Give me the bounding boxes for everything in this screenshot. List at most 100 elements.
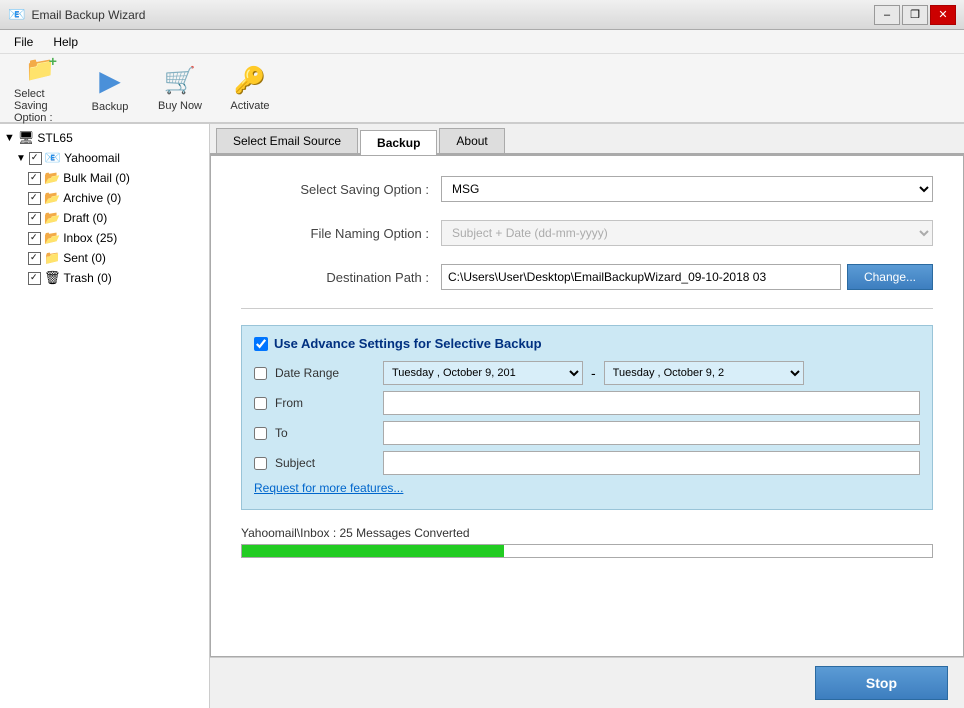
menubar: File Help bbox=[0, 30, 964, 54]
sent-checkbox[interactable]: ✓ bbox=[28, 252, 41, 265]
tab-bar: Select Email Source Backup About bbox=[210, 124, 964, 155]
main-layout: ▼ 🖥 STL65 ▼ ✓ 📧 Yahoomail ✓ 📂 Bulk Mail … bbox=[0, 124, 964, 708]
advance-settings-checkbox[interactable] bbox=[254, 337, 268, 351]
minimize-button[interactable]: – bbox=[874, 5, 900, 25]
bottom-bar: Stop bbox=[210, 657, 964, 708]
sidebar: ▼ 🖥 STL65 ▼ ✓ 📧 Yahoomail ✓ 📂 Bulk Mail … bbox=[0, 124, 210, 708]
draft-icon: 📂 bbox=[44, 210, 60, 226]
titlebar-title: Email Backup Wizard bbox=[31, 8, 145, 22]
saving-option-row: Select Saving Option : MSG PST EML PDF bbox=[241, 176, 933, 202]
draft-label: Draft (0) bbox=[63, 211, 107, 225]
tab-select-email-source[interactable]: Select Email Source bbox=[216, 128, 358, 153]
to-label: To bbox=[275, 426, 375, 440]
tree-root-label: STL65 bbox=[37, 131, 72, 145]
tree-yahoomail[interactable]: ▼ ✓ 📧 Yahoomail bbox=[4, 148, 205, 168]
menu-help[interactable]: Help bbox=[43, 33, 88, 51]
progress-bar-background bbox=[241, 544, 933, 558]
change-button[interactable]: Change... bbox=[847, 264, 933, 290]
date-range-checkbox[interactable] bbox=[254, 367, 267, 380]
buy-now-button[interactable]: 🛒 Buy Now bbox=[150, 59, 210, 117]
saving-option-label: Select Saving Option : bbox=[241, 182, 441, 197]
tree-root[interactable]: ▼ 🖥 STL65 bbox=[4, 128, 205, 148]
trash-label: Trash (0) bbox=[64, 271, 112, 285]
backup-button[interactable]: ▶ Backup bbox=[80, 59, 140, 117]
activate-label: Activate bbox=[230, 100, 269, 112]
destination-path-input[interactable] bbox=[441, 264, 841, 290]
stop-button[interactable]: Stop bbox=[815, 666, 948, 700]
destination-path-control: Change... bbox=[441, 264, 933, 290]
restore-button[interactable]: ❐ bbox=[902, 5, 928, 25]
progress-section: Yahoomail\Inbox : 25 Messages Converted bbox=[241, 526, 933, 558]
from-label: From bbox=[275, 396, 375, 410]
app-icon: 📧 bbox=[8, 6, 25, 23]
file-naming-row: File Naming Option : Subject + Date (dd-… bbox=[241, 220, 933, 246]
trash-checkbox[interactable]: ✓ bbox=[28, 272, 41, 285]
content-area: Select Saving Option : MSG PST EML PDF F… bbox=[210, 155, 964, 657]
buy-now-icon: 🛒 bbox=[164, 65, 196, 96]
date-from-select[interactable]: Tuesday , October 9, 201 bbox=[383, 361, 583, 385]
inbox-checkbox[interactable]: ✓ bbox=[28, 232, 41, 245]
toolbar: 📁 + Select Saving Option : ▶ Backup 🛒 Bu… bbox=[0, 54, 964, 124]
divider bbox=[241, 308, 933, 309]
yahoomail-checkbox[interactable]: ✓ bbox=[29, 152, 42, 165]
subject-checkbox[interactable] bbox=[254, 457, 267, 470]
to-input[interactable] bbox=[383, 421, 920, 445]
file-naming-control: Subject + Date (dd-mm-yyyy) bbox=[441, 220, 933, 246]
email-source-label: Select Saving Option : bbox=[14, 88, 66, 124]
email-source-button[interactable]: 📁 + Select Saving Option : bbox=[10, 59, 70, 117]
tree-bulk-mail[interactable]: ✓ 📂 Bulk Mail (0) bbox=[4, 168, 205, 188]
tab-about[interactable]: About bbox=[439, 128, 504, 153]
titlebar-controls: – ❐ ✕ bbox=[874, 5, 956, 25]
tree-inbox[interactable]: ✓ 📂 Inbox (25) bbox=[4, 228, 205, 248]
activate-icon: 🔑 bbox=[234, 65, 266, 96]
file-naming-label: File Naming Option : bbox=[241, 226, 441, 241]
close-button[interactable]: ✕ bbox=[930, 5, 956, 25]
to-checkbox[interactable] bbox=[254, 427, 267, 440]
advance-settings-section: Use Advance Settings for Selective Backu… bbox=[241, 325, 933, 510]
subject-input[interactable] bbox=[383, 451, 920, 475]
tree-sent[interactable]: ✓ 📁 Sent (0) bbox=[4, 248, 205, 268]
date-to-select[interactable]: Tuesday , October 9, 2 bbox=[604, 361, 804, 385]
from-input[interactable] bbox=[383, 391, 920, 415]
inbox-icon: 📂 bbox=[44, 230, 60, 246]
tree-trash[interactable]: ✓ 🗑 Trash (0) bbox=[4, 268, 205, 288]
backup-label: Backup bbox=[92, 101, 129, 113]
bulk-mail-label: Bulk Mail (0) bbox=[63, 171, 130, 185]
subject-row: Subject bbox=[254, 451, 920, 475]
date-range-dash: - bbox=[591, 365, 596, 381]
file-naming-select[interactable]: Subject + Date (dd-mm-yyyy) bbox=[441, 220, 933, 246]
activate-button[interactable]: 🔑 Activate bbox=[220, 59, 280, 117]
buy-now-label: Buy Now bbox=[158, 100, 202, 112]
sent-label: Sent (0) bbox=[63, 251, 106, 265]
advance-settings-label: Use Advance Settings for Selective Backu… bbox=[274, 336, 542, 351]
trash-icon: 🗑 bbox=[44, 270, 61, 286]
archive-checkbox[interactable]: ✓ bbox=[28, 192, 41, 205]
archive-label: Archive (0) bbox=[63, 191, 121, 205]
date-range-label: Date Range bbox=[275, 366, 375, 380]
tree-draft[interactable]: ✓ 📂 Draft (0) bbox=[4, 208, 205, 228]
saving-option-control: MSG PST EML PDF bbox=[441, 176, 933, 202]
subject-label: Subject bbox=[275, 456, 375, 470]
backup-icon: ▶ bbox=[99, 64, 121, 97]
to-row: To bbox=[254, 421, 920, 445]
menu-file[interactable]: File bbox=[4, 33, 43, 51]
yahoomail-label: Yahoomail bbox=[64, 151, 120, 165]
saving-option-select[interactable]: MSG PST EML PDF bbox=[441, 176, 933, 202]
email-source-icon: 📁 + bbox=[25, 53, 55, 84]
titlebar-left: 📧 Email Backup Wizard bbox=[8, 6, 145, 23]
bulk-mail-checkbox[interactable]: ✓ bbox=[28, 172, 41, 185]
tree-archive[interactable]: ✓ 📂 Archive (0) bbox=[4, 188, 205, 208]
inbox-label: Inbox (25) bbox=[63, 231, 117, 245]
destination-path-row: Destination Path : Change... bbox=[241, 264, 933, 290]
destination-path-label: Destination Path : bbox=[241, 270, 441, 285]
from-checkbox[interactable] bbox=[254, 397, 267, 410]
bulk-mail-icon: 📂 bbox=[44, 170, 60, 186]
sent-icon: 📁 bbox=[44, 250, 60, 266]
computer-icon: 🖥 bbox=[18, 130, 35, 146]
yahoomail-icon: 📧 bbox=[45, 150, 61, 166]
request-features-link[interactable]: Request for more features... bbox=[254, 481, 920, 495]
tab-backup[interactable]: Backup bbox=[360, 130, 437, 155]
titlebar: 📧 Email Backup Wizard – ❐ ✕ bbox=[0, 0, 964, 30]
draft-checkbox[interactable]: ✓ bbox=[28, 212, 41, 225]
from-row: From bbox=[254, 391, 920, 415]
